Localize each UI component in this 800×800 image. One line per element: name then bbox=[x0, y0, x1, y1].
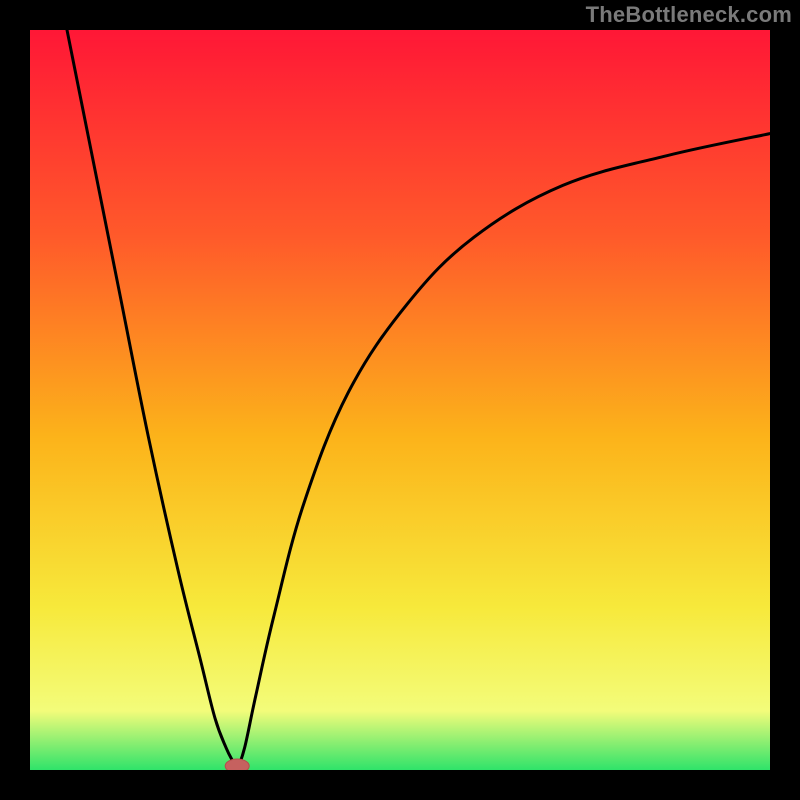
watermark-text: TheBottleneck.com bbox=[586, 2, 792, 28]
bottleneck-chart bbox=[30, 30, 770, 770]
optimum-marker bbox=[225, 759, 249, 770]
chart-frame: TheBottleneck.com bbox=[0, 0, 800, 800]
